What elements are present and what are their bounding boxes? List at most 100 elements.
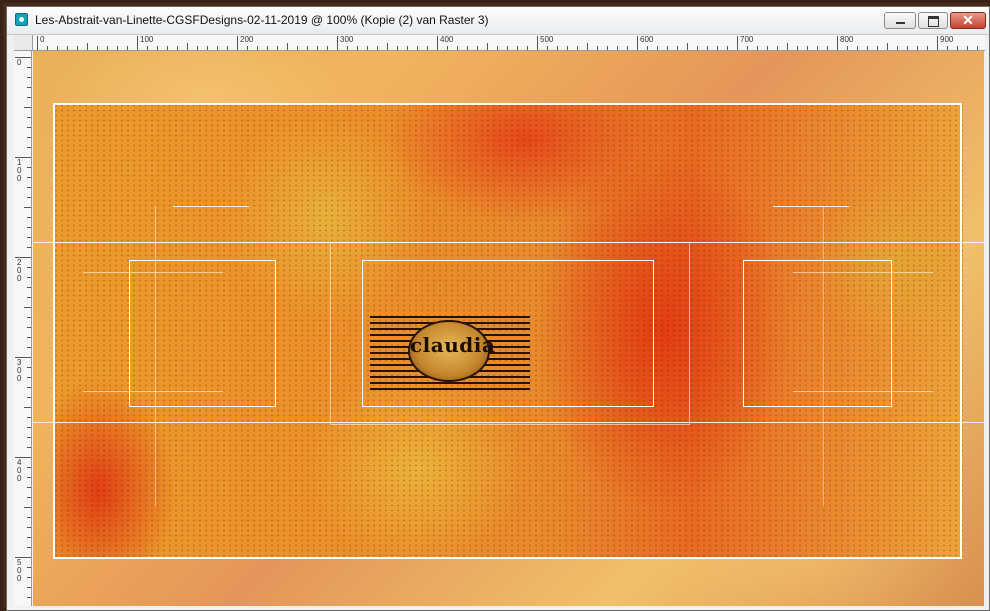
ruler-tick xyxy=(797,46,798,50)
ruler-tick xyxy=(27,527,31,528)
ruler-tick xyxy=(27,127,31,128)
accent-line xyxy=(823,206,824,506)
ruler-tick xyxy=(747,46,748,50)
ruler-tick xyxy=(927,46,928,50)
ruler-tick xyxy=(917,46,918,50)
close-icon: ✕ xyxy=(962,12,974,28)
horizontal-ruler[interactable]: 0 100 200 300 400 500 600 700 800 900 xyxy=(33,35,985,51)
ruler-tick xyxy=(937,36,938,50)
ruler-tick xyxy=(207,46,208,50)
ruler-tick xyxy=(24,307,31,308)
ruler-tick xyxy=(27,467,31,468)
ruler-tick xyxy=(777,46,778,50)
ruler-tick xyxy=(217,46,218,50)
ruler-tick xyxy=(27,217,31,218)
ruler-tick xyxy=(27,387,31,388)
ruler-tick xyxy=(27,417,31,418)
ruler-tick xyxy=(737,36,738,50)
ruler-tick xyxy=(407,46,408,50)
ruler-tick xyxy=(137,36,138,50)
ruler-tick xyxy=(27,577,31,578)
ruler-tick xyxy=(627,46,628,50)
ruler-tick xyxy=(197,46,198,50)
ruler-tick xyxy=(27,287,31,288)
ruler-tick xyxy=(227,46,228,50)
ruler-tick xyxy=(417,46,418,50)
ruler-tick xyxy=(47,46,48,50)
ruler-tick xyxy=(27,397,31,398)
ruler-tick xyxy=(687,43,688,50)
ruler-tick xyxy=(897,46,898,50)
ruler-tick xyxy=(767,46,768,50)
ruler-label: 0 xyxy=(17,58,22,67)
ruler-tick xyxy=(27,477,31,478)
ruler-tick xyxy=(667,46,668,50)
ruler-tick xyxy=(167,46,168,50)
ruler-corner xyxy=(14,35,33,51)
ruler-tick xyxy=(27,267,31,268)
logo-medallion: claudia xyxy=(408,320,496,382)
vertical-ruler[interactable]: 0 1 0 0 2 0 0 3 0 0 4 0 0 5 0 0 xyxy=(14,51,32,606)
ruler-tick xyxy=(467,46,468,50)
ruler-tick xyxy=(27,427,31,428)
image-canvas[interactable]: claudia xyxy=(33,51,984,606)
ruler-tick xyxy=(287,43,288,50)
ruler-tick xyxy=(547,46,548,50)
ruler-tick xyxy=(517,46,518,50)
title-bar[interactable]: Les-Abstrait-van-Linette-CGSFDesigns-02-… xyxy=(7,7,989,35)
ruler-tick xyxy=(857,46,858,50)
accent-line xyxy=(793,391,933,392)
minimize-button[interactable] xyxy=(884,12,916,29)
image-document-icon xyxy=(15,13,28,26)
ruler-tick xyxy=(847,46,848,50)
ruler-tick xyxy=(907,46,908,50)
ruler-tick xyxy=(967,46,968,50)
ruler-tick xyxy=(27,447,31,448)
outer-frame: Les-Abstrait-van-Linette-CGSFDesigns-02-… xyxy=(0,0,990,611)
ruler-tick xyxy=(27,497,31,498)
ruler-tick xyxy=(27,437,31,438)
ruler-label: 3 0 0 xyxy=(17,358,22,383)
accent-line xyxy=(83,272,223,273)
ruler-tick xyxy=(257,46,258,50)
ruler-tick xyxy=(867,46,868,50)
ruler-tick xyxy=(537,36,538,50)
guide-line-top xyxy=(33,242,984,243)
maximize-button[interactable] xyxy=(918,12,948,29)
ruler-tick xyxy=(57,46,58,50)
ruler-tick xyxy=(397,46,398,50)
logo-text: claudia xyxy=(410,333,496,357)
ruler-tick xyxy=(877,46,878,50)
ruler-label: 2 0 0 xyxy=(17,258,22,283)
accent-line xyxy=(83,391,223,392)
ruler-label: 700 xyxy=(740,35,754,44)
ruler-tick xyxy=(27,347,31,348)
ruler-tick xyxy=(27,167,31,168)
close-button[interactable]: ✕ xyxy=(950,12,986,29)
ruler-tick xyxy=(27,567,31,568)
ruler-label: 5 0 0 xyxy=(17,558,22,583)
ruler-tick xyxy=(357,46,358,50)
ruler-tick xyxy=(177,46,178,50)
ruler-tick xyxy=(27,137,31,138)
ruler-tick xyxy=(24,207,31,208)
ruler-label: 400 xyxy=(440,35,454,44)
ruler-tick xyxy=(707,46,708,50)
ruler-tick xyxy=(947,46,948,50)
ruler-tick xyxy=(27,277,31,278)
ruler-tick xyxy=(247,46,248,50)
ruler-tick xyxy=(147,46,148,50)
ruler-tick xyxy=(807,46,808,50)
ruler-tick xyxy=(127,46,128,50)
guide-line-bottom xyxy=(33,422,984,423)
ruler-label: 0 xyxy=(40,35,45,44)
ruler-tick xyxy=(977,46,978,50)
ruler-tick xyxy=(24,107,31,108)
ruler-tick xyxy=(317,46,318,50)
left-rectangle xyxy=(129,260,276,407)
ruler-tick xyxy=(597,46,598,50)
ruler-tick xyxy=(617,46,618,50)
document-window: Les-Abstrait-van-Linette-CGSFDesigns-02-… xyxy=(6,6,990,611)
ruler-tick xyxy=(27,77,31,78)
ruler-tick xyxy=(477,46,478,50)
